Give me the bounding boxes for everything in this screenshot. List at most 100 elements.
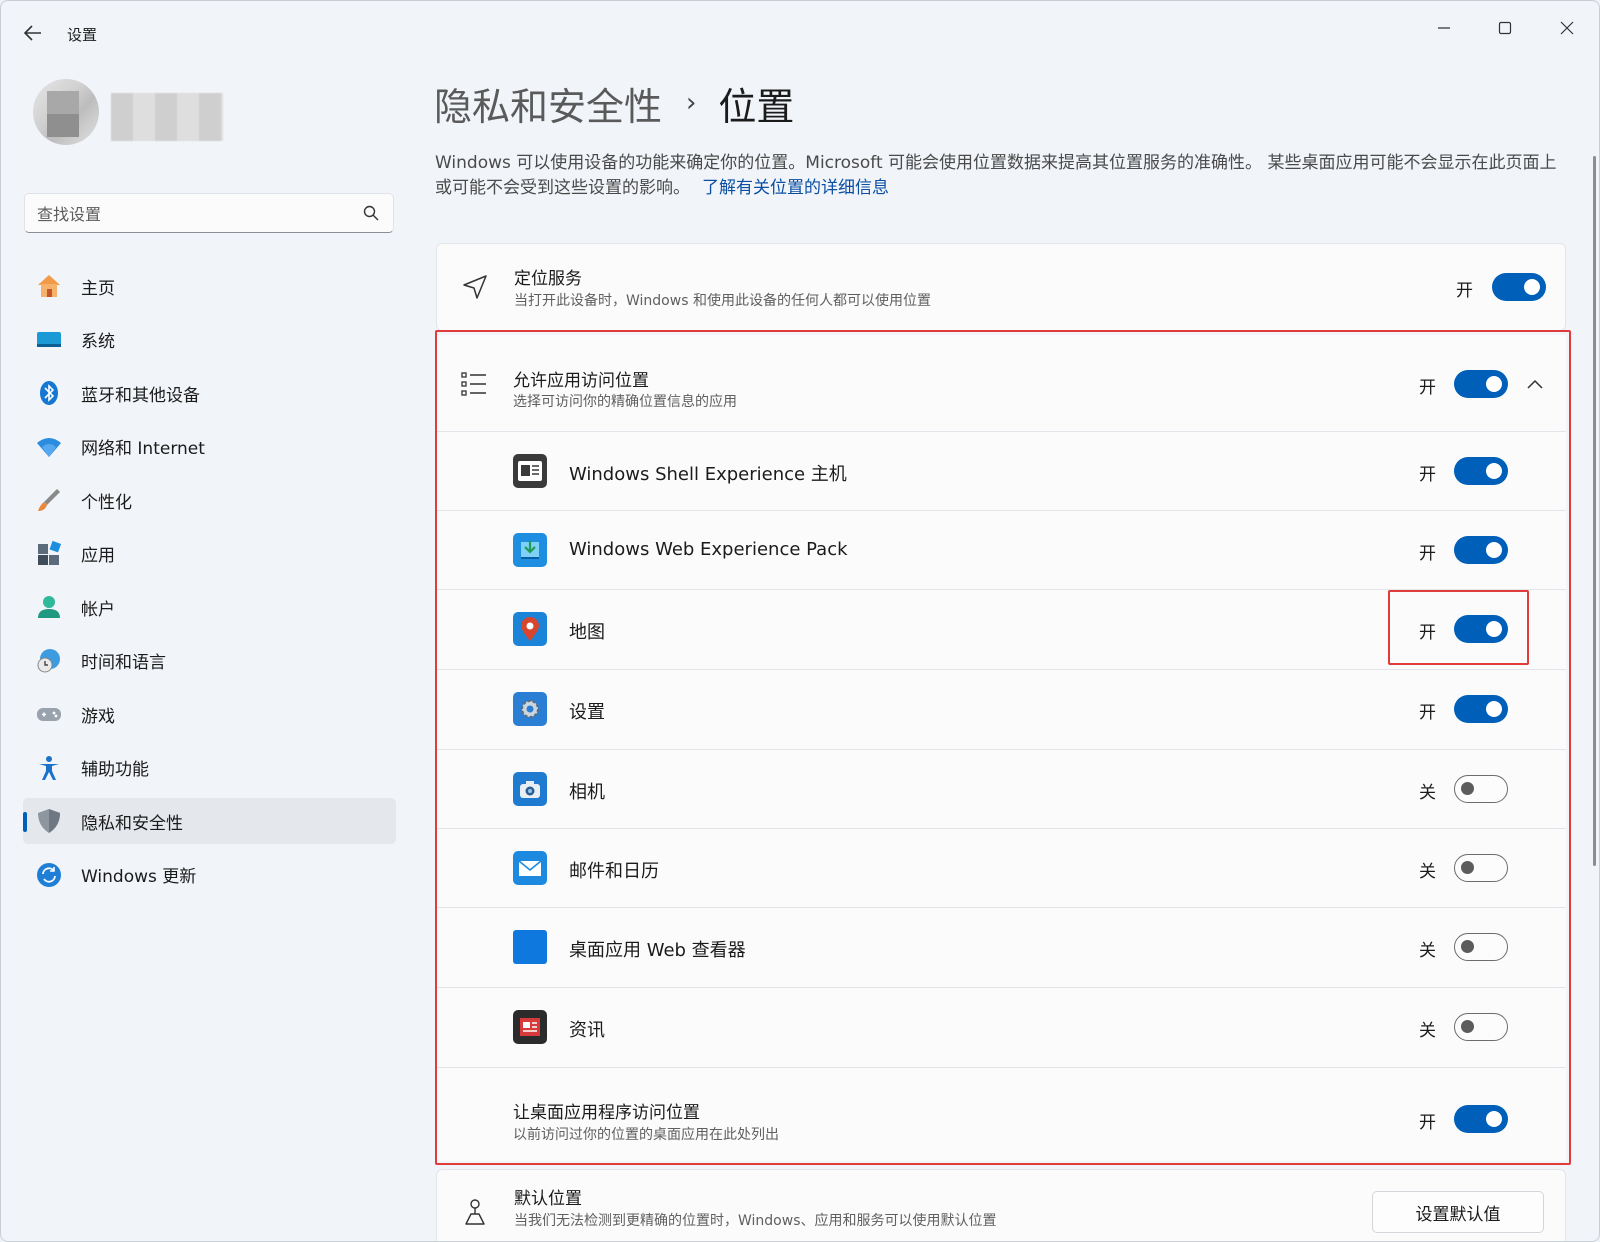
app-state: 开 [1419, 703, 1436, 723]
chevron-up-icon[interactable] [1524, 373, 1546, 395]
app-access-state: 开 [1419, 378, 1436, 398]
sidebar-item-label: 系统 [81, 332, 115, 352]
sidebar-item-network[interactable]: 网络和 Internet [23, 424, 396, 470]
app-name: 资讯 [569, 1020, 605, 1041]
app-state: 关 [1419, 941, 1436, 961]
app-state: 关 [1419, 783, 1436, 803]
default-location-subtitle: 当我们无法检测到更精确的位置时，Windows、应用和服务可以使用默认位置 [514, 1213, 997, 1229]
app-state: 开 [1419, 465, 1436, 485]
scrollbar[interactable] [1593, 156, 1596, 866]
app-name: 地图 [569, 622, 605, 643]
settings-gear-icon [513, 692, 547, 726]
sidebar-item-accounts[interactable]: 帐户 [23, 584, 396, 630]
sidebar-item-windows-update[interactable]: Windows 更新 [23, 852, 396, 898]
web-viewer-toggle[interactable] [1454, 933, 1508, 961]
breadcrumb-parent[interactable]: 隐私和安全性 [434, 76, 662, 131]
app-title: 设置 [67, 26, 98, 44]
page-title: 位置 [718, 84, 795, 129]
web-viewer-icon [513, 930, 547, 964]
app-state: 开 [1419, 623, 1436, 643]
location-service-card: 定位服务 当打开此设备时，Windows 和使用此设备的任何人都可以使用位置 开 [436, 243, 1566, 331]
sidebar-item-label: 网络和 Internet [81, 439, 205, 459]
news-toggle[interactable] [1454, 1013, 1508, 1041]
list-item: 地图 开 [436, 590, 1566, 670]
apps-icon [35, 540, 63, 568]
time-language-icon [35, 647, 63, 675]
shell-experience-icon [513, 454, 547, 488]
search-input[interactable] [37, 202, 347, 226]
app-access-subtitle: 选择可访问你的精确位置信息的应用 [513, 394, 737, 410]
wifi-icon [35, 433, 63, 461]
default-location-title: 默认位置 [514, 1189, 582, 1209]
location-service-subtitle: 当打开此设备时，Windows 和使用此设备的任何人都可以使用位置 [514, 293, 931, 309]
profile-name-blurred [111, 93, 223, 141]
sidebar-item-system[interactable]: 系统 [23, 317, 396, 363]
set-default-button[interactable]: 设置默认值 [1372, 1191, 1544, 1233]
arrow-left-icon [24, 25, 41, 41]
camera-toggle[interactable] [1454, 775, 1508, 803]
desktop-apps-state: 开 [1419, 1113, 1436, 1133]
sidebar-item-label: 辅助功能 [81, 760, 149, 780]
minimize-button[interactable] [1421, 13, 1467, 43]
app-name: 邮件和日历 [569, 861, 659, 882]
list-item: Windows Shell Experience 主机 开 [436, 432, 1566, 511]
maximize-icon [1498, 21, 1512, 35]
sidebar-item-home[interactable]: 主页 [23, 263, 396, 309]
list-item: 设置 开 [436, 670, 1566, 750]
settings-toggle[interactable] [1454, 695, 1508, 723]
desktop-apps-subtitle: 以前访问过你的位置的桌面应用在此处列出 [513, 1127, 779, 1143]
app-name: 桌面应用 Web 查看器 [569, 940, 746, 961]
sidebar-item-gaming[interactable]: 游戏 [23, 691, 396, 737]
app-state: 关 [1419, 862, 1436, 882]
title-bar: 设置 [1, 1, 1599, 61]
sidebar-item-personalization[interactable]: 个性化 [23, 477, 396, 523]
web-experience-toggle[interactable] [1454, 536, 1508, 564]
location-arrow-icon [462, 274, 488, 304]
desktop-apps-toggle[interactable] [1454, 1105, 1508, 1133]
maps-icon [513, 612, 547, 646]
sidebar-item-accessibility[interactable]: 辅助功能 [23, 745, 396, 791]
app-access-toggle[interactable] [1454, 370, 1508, 398]
list-item: Windows Web Experience Pack 开 [436, 511, 1566, 590]
home-icon [35, 272, 63, 300]
sidebar-item-label: 蓝牙和其他设备 [81, 385, 200, 406]
app-name: Windows Web Experience Pack [569, 539, 848, 560]
brush-icon [35, 486, 63, 514]
app-access-group: 允许应用访问位置 选择可访问你的精确位置信息的应用 开 Windows Shel… [436, 335, 1566, 1161]
close-icon [1560, 21, 1574, 35]
search-box[interactable] [24, 193, 394, 233]
app-name: 设置 [569, 702, 605, 723]
mail-toggle[interactable] [1454, 854, 1508, 882]
breadcrumb: 隐私和安全性 › 位置 [434, 75, 794, 131]
list-icon [461, 371, 487, 401]
learn-more-link[interactable]: 了解有关位置的详细信息 [702, 178, 889, 198]
location-pin-person-icon [462, 1198, 488, 1230]
back-button[interactable] [19, 21, 47, 45]
location-service-toggle[interactable] [1492, 273, 1546, 301]
shell-experience-toggle[interactable] [1454, 457, 1508, 485]
list-item: 桌面应用 Web 查看器 关 [436, 908, 1566, 988]
location-service-title: 定位服务 [514, 269, 582, 289]
close-button[interactable] [1544, 13, 1590, 43]
maximize-button[interactable] [1482, 13, 1528, 43]
sidebar-item-time-language[interactable]: 时间和语言 [23, 638, 396, 684]
sidebar-item-label: 游戏 [81, 706, 115, 727]
maps-toggle[interactable] [1454, 615, 1508, 643]
app-access-title: 允许应用访问位置 [513, 371, 649, 391]
system-icon [35, 326, 63, 354]
sidebar-item-apps[interactable]: 应用 [23, 531, 396, 577]
mail-icon [513, 851, 547, 885]
app-state: 关 [1419, 1021, 1436, 1041]
app-access-header-row[interactable]: 允许应用访问位置 选择可访问你的精确位置信息的应用 开 [436, 335, 1566, 432]
search-icon[interactable] [363, 205, 379, 221]
list-item: 邮件和日历 关 [436, 829, 1566, 908]
sidebar-item-bluetooth[interactable]: 蓝牙和其他设备 [23, 370, 396, 416]
camera-icon [513, 772, 547, 806]
location-service-state: 开 [1456, 281, 1473, 301]
app-name: Windows Shell Experience 主机 [569, 464, 847, 485]
sidebar-item-label: 帐户 [81, 599, 115, 620]
update-icon [35, 861, 63, 889]
gamepad-icon [35, 700, 63, 728]
desktop-apps-row: 让桌面应用程序访问位置 以前访问过你的位置的桌面应用在此处列出 开 [436, 1068, 1566, 1161]
sidebar-item-privacy-security[interactable]: 隐私和安全性 [23, 798, 396, 844]
